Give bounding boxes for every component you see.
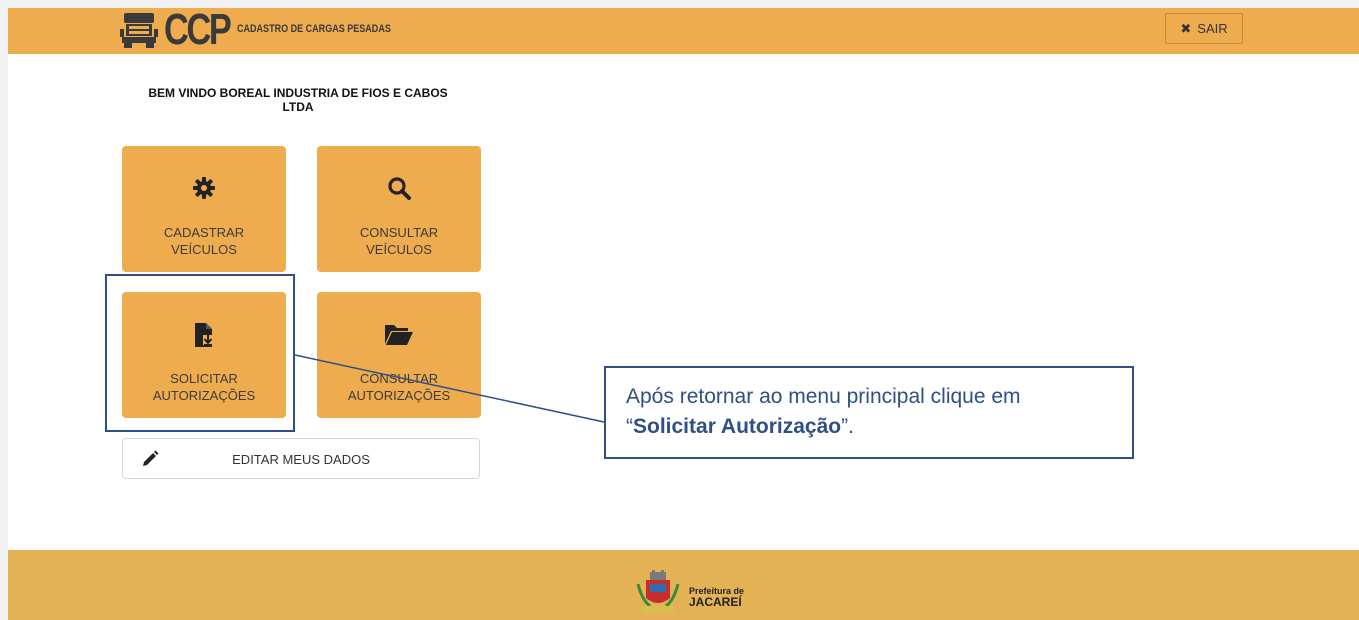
city-hall-label: Prefeitura de JACAREÍ (689, 586, 744, 608)
page: CCP CADASTRO DE CARGAS PESADAS ✖ SAIR BE… (8, 8, 1359, 620)
edit-my-data-label: EDITAR MEUS DADOS (232, 452, 370, 467)
callout-bold-text: Solicitar Autorização (633, 415, 842, 438)
tile-label-line-2: AUTORIZAÇÕES (347, 388, 451, 403)
search-vehicles-button[interactable]: CONSULTAR VEÍCULOS (317, 146, 481, 272)
welcome-line-1: BEM VINDO BOREAL INDUSTRIA DE FIOS E CAB… (148, 86, 448, 100)
tile-label-line-1: CONSULTAR (359, 225, 439, 240)
truck-icon (120, 13, 158, 48)
top-bar: CCP CADASTRO DE CARGAS PESADAS ✖ SAIR (8, 8, 1359, 54)
welcome-line-2: LTDA (282, 100, 314, 114)
ccp-logo[interactable]: CCP (120, 8, 244, 54)
folder-open-icon (385, 325, 413, 345)
callout-text-after: ”. (841, 415, 854, 438)
tile-label-line-2: VEÍCULOS (366, 242, 432, 257)
edit-my-data-button[interactable]: EDITAR MEUS DADOS (122, 438, 480, 479)
tile-label-line-1: CADASTRAR (163, 225, 245, 240)
app-name: CADASTRO DE CARGAS PESADAS (237, 23, 391, 35)
close-icon: ✖ (1180, 20, 1192, 36)
footer: Prefeitura de JACAREÍ (8, 550, 1359, 620)
highlight-box (105, 274, 295, 432)
register-vehicles-button[interactable]: CADASTRAR VEÍCULOS (122, 146, 286, 272)
instruction-callout: Após retornar ao menu principal clique e… (604, 366, 1134, 459)
tile-label-line-1: CONSULTAR (359, 371, 439, 386)
exit-label: SAIR (1197, 21, 1228, 36)
welcome-message: BEM VINDO BOREAL INDUSTRIA DE FIOS E CAB… (118, 86, 478, 114)
tile-label-line-2: VEÍCULOS (171, 242, 237, 257)
gear-icon (193, 177, 215, 199)
search-authorizations-button[interactable]: CONSULTAR AUTORIZAÇÕES (317, 292, 481, 418)
city-hall-line-2: JACAREÍ (689, 595, 742, 609)
exit-button[interactable]: ✖ SAIR (1165, 13, 1243, 44)
city-crest-icon (636, 570, 680, 612)
logo-text: CCP (164, 8, 232, 54)
search-icon (388, 177, 411, 200)
